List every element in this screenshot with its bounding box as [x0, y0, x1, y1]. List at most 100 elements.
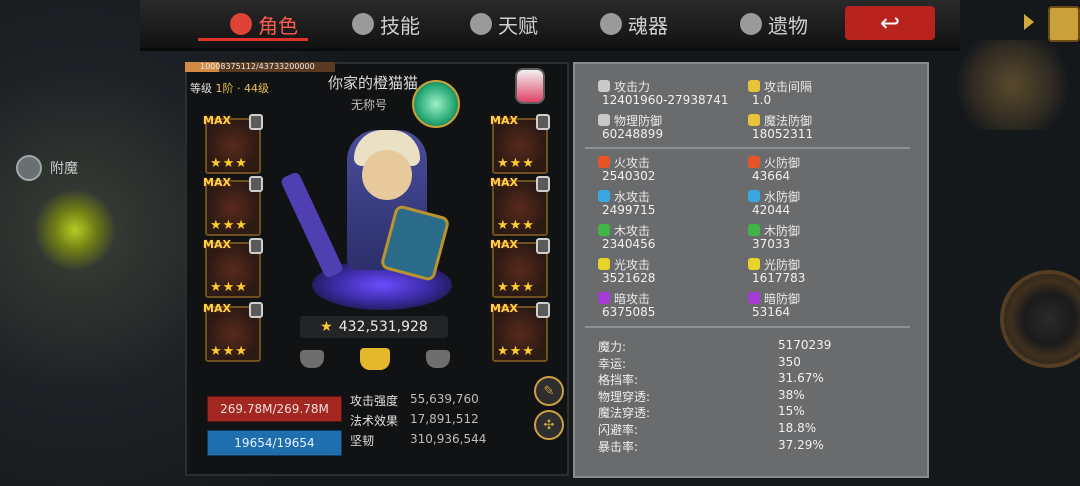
stat-value: 6375085: [602, 305, 656, 319]
star-icon: ★: [320, 319, 333, 335]
equip-slot-right-1[interactable]: MAX ★★★: [490, 114, 550, 174]
summary-stat-row: 坚韧 310,936,544: [350, 432, 520, 452]
lock-icon: [536, 238, 550, 254]
lock-icon: [249, 176, 263, 192]
equip-slot-right-3[interactable]: MAX ★★★: [490, 238, 550, 298]
extra-stat-value: 15%: [778, 404, 805, 419]
armor-left-icon[interactable]: [300, 350, 324, 368]
stat-cell: 光防御 1617783: [748, 256, 898, 290]
water-shield-icon: [748, 190, 760, 202]
max-badge: MAX: [203, 114, 231, 127]
tab-soul-vessel[interactable]: 魂器: [600, 6, 668, 42]
summary-stats: 攻击强度 55,639,760 法术效果 17,891,512 坚韧 310,9…: [350, 392, 520, 452]
treasure-chest-icon[interactable]: [1048, 6, 1080, 42]
element-stats: 火攻击 2540302 火防御 43664 水攻击 2499715 水防御 42…: [598, 154, 898, 324]
summary-stat-value: 310,936,544: [410, 432, 487, 446]
stat-cell: 暗攻击 6375085: [598, 290, 748, 324]
stat-value: 1617783: [752, 271, 806, 285]
soul-orb-icon[interactable]: [412, 80, 460, 128]
lock-icon: [536, 176, 550, 192]
character-name: 你家的橙猫猫: [328, 74, 419, 92]
stat-label: 攻击间隔: [764, 80, 813, 94]
extra-stat-row: 幸运: 350: [598, 355, 918, 372]
wood-shield-icon: [748, 224, 760, 236]
armor-center-icon[interactable]: [360, 348, 390, 370]
equip-slot-left-1[interactable]: MAX ★★★: [203, 114, 263, 174]
summary-stat-label: 坚韧: [350, 434, 375, 448]
light-icon: [598, 258, 610, 270]
expand-arrow-icon[interactable]: [1024, 14, 1034, 30]
max-badge: MAX: [490, 176, 518, 189]
extra-stat-row: 物理穿透: 38%: [598, 388, 918, 405]
hero-face: [362, 150, 412, 200]
stat-value: 2340456: [602, 237, 656, 251]
wrench-icon: ✎: [543, 383, 555, 399]
enchant-entry[interactable]: 附魔: [16, 155, 78, 181]
extra-stat-value: 350: [778, 354, 801, 369]
stat-row: 光攻击 3521628 光防御 1617783: [598, 256, 898, 290]
water-icon: [598, 190, 610, 202]
equip-slot-left-3[interactable]: MAX ★★★: [203, 238, 263, 298]
extra-stat-value: 5170239: [778, 338, 832, 352]
summary-stat-value: 17,891,512: [410, 412, 479, 426]
stat-value: 60248899: [602, 127, 664, 141]
equip-slot-left-2[interactable]: MAX ★★★: [203, 176, 263, 236]
extra-stat-label: 魔法穿透:: [598, 406, 651, 421]
alchemy-table-image: [20, 190, 130, 270]
stat-row: 木攻击 2340456 木防御 37033: [598, 222, 898, 256]
attribute-link-button[interactable]: ✣: [534, 410, 564, 440]
extra-stat-label: 幸运:: [598, 356, 627, 371]
max-badge: MAX: [203, 238, 231, 251]
relics-tab-icon: [740, 13, 762, 35]
star-rating: ★★★: [497, 156, 535, 171]
potion-icon[interactable]: [515, 68, 545, 104]
summary-stat-row: 法术效果 17,891,512: [350, 412, 520, 432]
combat-power: ★ 432,531,928: [300, 316, 448, 338]
max-badge: MAX: [490, 114, 518, 127]
character-tab-icon: [230, 13, 252, 35]
extra-stat-label: 格挡率:: [598, 373, 639, 388]
stat-cell: 攻击力 12401960-27938741: [598, 78, 748, 112]
back-button[interactable]: ↩: [845, 6, 935, 40]
stat-value: 1.0: [752, 93, 772, 107]
lock-icon: [249, 302, 263, 318]
refine-button[interactable]: ✎: [534, 376, 564, 406]
equip-slot-left-4[interactable]: MAX ★★★: [203, 302, 263, 362]
stat-value: 2499715: [602, 203, 656, 217]
stat-cell: 魔法防御 18052311: [748, 112, 898, 146]
stat-value: 12401960-27938741: [602, 93, 729, 107]
equip-slot-right-2[interactable]: MAX ★★★: [490, 176, 550, 236]
extra-stat-row: 暴击率: 37.29%: [598, 438, 918, 455]
level-label: 等级: [190, 82, 212, 95]
tab-talents[interactable]: 天赋: [470, 6, 538, 42]
wood-icon: [598, 224, 610, 236]
max-badge: MAX: [203, 176, 231, 189]
back-arrow-icon: ↩: [879, 9, 901, 37]
armor-right-icon[interactable]: [426, 350, 450, 368]
stat-cell: 光攻击 3521628: [598, 256, 748, 290]
extra-stat-row: 魔法穿透: 15%: [598, 404, 918, 421]
extra-stat-label: 魔力:: [598, 340, 627, 354]
boss-portrait[interactable]: [945, 40, 1080, 130]
stat-value: 42044: [752, 203, 791, 217]
tab-skills[interactable]: 技能: [352, 6, 420, 42]
tab-soul-vessel-label: 魂器: [628, 13, 668, 38]
extra-stat-label: 物理穿透:: [598, 389, 651, 404]
lock-icon: [536, 302, 550, 318]
lock-icon: [536, 114, 550, 130]
tab-relics-label: 遗物: [768, 13, 808, 38]
physical-defense-icon: [598, 114, 610, 126]
tab-character-label: 角色: [258, 13, 298, 38]
extra-stat-row: 魔力: 5170239: [598, 338, 918, 355]
tab-skills-label: 技能: [380, 13, 420, 38]
star-rating: ★★★: [497, 280, 535, 295]
equip-slot-right-4[interactable]: MAX ★★★: [490, 302, 550, 362]
tab-character[interactable]: 角色: [230, 6, 298, 42]
tab-relics[interactable]: 遗物: [740, 6, 808, 42]
mp-bar: 19654/19654: [207, 430, 342, 456]
stat-value: 18052311: [752, 127, 814, 141]
active-tab-indicator: [198, 38, 308, 41]
skills-tab-icon: [352, 13, 374, 35]
dark-icon: [598, 292, 610, 304]
max-badge: MAX: [490, 302, 518, 315]
